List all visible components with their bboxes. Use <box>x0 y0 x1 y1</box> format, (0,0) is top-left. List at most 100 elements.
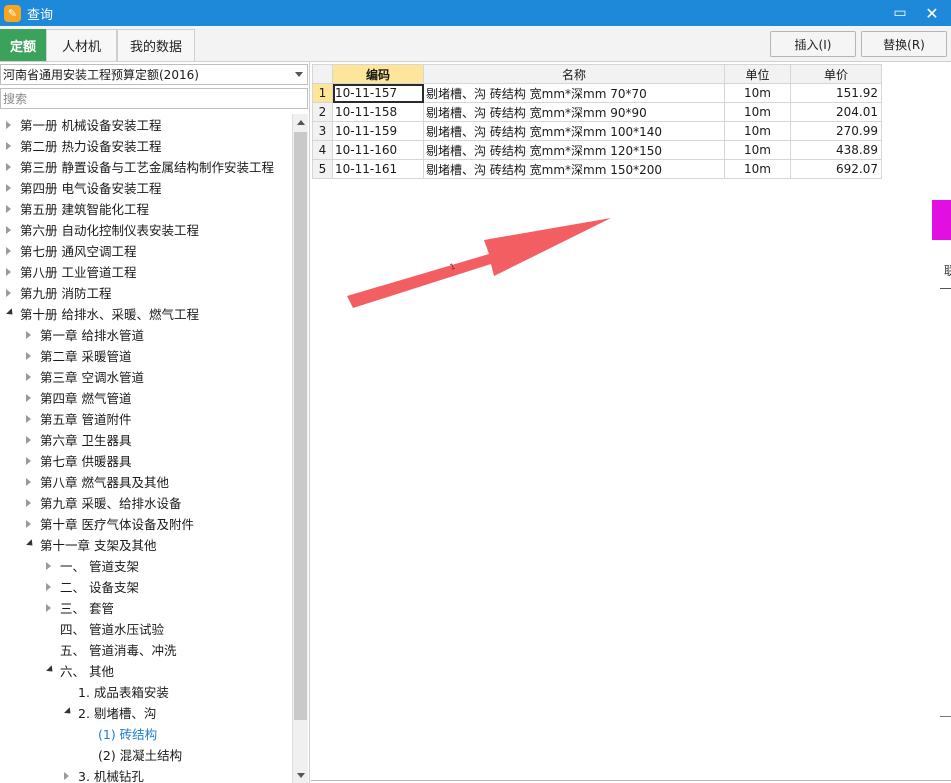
expand-arrow-icon[interactable] <box>64 771 69 780</box>
replace-button[interactable]: 替换(R) <box>861 31 947 57</box>
price-cell[interactable]: 151.92 <box>790 83 882 103</box>
tree-item[interactable]: 第五章 管道附件 <box>26 408 131 429</box>
table-row[interactable]: 4 10-11-160 剔堵槽、沟 砖结构 宽mm*深mm 120*150 10m 43… <box>312 140 882 160</box>
column-header-unit[interactable]: 单位 <box>724 64 791 84</box>
tree-item[interactable]: 第三章 空调水管道 <box>26 366 144 387</box>
name-cell[interactable]: 剔堵槽、沟 砖结构 宽mm*深mm 100*140 <box>423 121 725 141</box>
table-row[interactable]: 5 10-11-161 剔堵槽、沟 砖结构 宽mm*深mm 150*200 10m 69… <box>312 159 882 179</box>
price-cell[interactable]: 270.99 <box>790 121 882 141</box>
tree-item[interactable]: 第一册 机械设备安装工程 <box>6 114 161 135</box>
quota-library-select[interactable]: 河南省通用安装工程预算定额(2016) <box>0 64 308 85</box>
table-row[interactable]: 2 10-11-158 剔堵槽、沟 砖结构 宽mm*深mm 90*90 10m 204.… <box>312 102 882 122</box>
expand-arrow-icon[interactable] <box>46 582 51 591</box>
expand-arrow-icon[interactable] <box>6 162 11 171</box>
price-cell[interactable]: 438.89 <box>790 140 882 160</box>
expand-arrow-icon[interactable] <box>26 330 31 339</box>
unit-cell[interactable]: 10m <box>724 121 791 141</box>
tree-item[interactable]: 第七册 通风空调工程 <box>6 240 136 261</box>
expand-arrow-icon[interactable] <box>26 456 31 465</box>
tree-item[interactable]: 3. 机械钻孔 <box>64 765 144 783</box>
code-cell[interactable]: 10-11-159 <box>332 121 424 141</box>
expand-arrow-icon[interactable] <box>6 246 11 255</box>
tree-item[interactable]: 六、 其他 <box>46 660 114 681</box>
table-row[interactable]: 1 10-11-157 剔堵槽、沟 砖结构 宽mm*深mm 70*70 10m 151.… <box>312 83 882 103</box>
tree-item[interactable]: 第六册 自动化控制仪表安装工程 <box>6 219 199 240</box>
tree-item[interactable]: 第八册 工业管道工程 <box>6 261 136 282</box>
tree-item[interactable]: 第六章 卫生器具 <box>26 429 131 450</box>
tree-item[interactable]: 第七章 供暖器具 <box>26 450 131 471</box>
expand-arrow-icon[interactable] <box>26 351 31 360</box>
tree-item[interactable]: 第九册 消防工程 <box>6 282 111 303</box>
collapse-arrow-icon[interactable] <box>46 665 56 675</box>
price-cell[interactable]: 692.07 <box>790 159 882 179</box>
code-cell[interactable]: 10-11-161 <box>332 159 424 179</box>
name-cell[interactable]: 剔堵槽、沟 砖结构 宽mm*深mm 120*150 <box>423 140 725 160</box>
tree-item[interactable]: 第十章 医疗气体设备及附件 <box>26 513 194 534</box>
expand-arrow-icon[interactable] <box>26 498 31 507</box>
tree-item[interactable]: 1. 成品表箱安装 <box>64 681 169 702</box>
tree-item[interactable]: 第三册 静置设备与工艺金属结构制作安装工程 <box>6 156 274 177</box>
collapse-arrow-icon[interactable] <box>6 308 16 318</box>
code-cell[interactable]: 10-11-160 <box>332 140 424 160</box>
expand-arrow-icon[interactable] <box>26 477 31 486</box>
unit-cell[interactable]: 10m <box>724 159 791 179</box>
expand-arrow-icon[interactable] <box>26 393 31 402</box>
price-cell[interactable]: 204.01 <box>790 102 882 122</box>
scroll-down-button[interactable] <box>293 767 309 783</box>
column-header-code[interactable]: 编码 <box>332 64 424 84</box>
column-header-name[interactable]: 名称 <box>423 64 725 84</box>
tree-item[interactable]: 2. 剔堵槽、沟 <box>64 702 156 723</box>
tree-item[interactable]: 第十一章 支架及其他 <box>26 534 156 555</box>
tree-item[interactable]: 二、 设备支架 <box>46 576 139 597</box>
insert-button[interactable]: 插入(I) <box>770 31 856 57</box>
unit-cell[interactable]: 10m <box>724 83 791 103</box>
scroll-up-button[interactable] <box>293 114 309 130</box>
code-cell[interactable]: 10-11-157 <box>332 83 424 103</box>
name-cell[interactable]: 剔堵槽、沟 砖结构 宽mm*深mm 150*200 <box>423 159 725 179</box>
tree-item[interactable]: 第二章 采暖管道 <box>26 345 131 366</box>
tree-item[interactable]: 五、 管道消毒、冲洗 <box>46 639 176 660</box>
tree-item[interactable]: 第八章 燃气器具及其他 <box>26 471 169 492</box>
name-cell[interactable]: 剔堵槽、沟 砖结构 宽mm*深mm 90*90 <box>423 102 725 122</box>
unit-cell[interactable]: 10m <box>724 140 791 160</box>
tab-labor-material-machine[interactable]: 人材机 <box>46 29 117 61</box>
name-cell[interactable]: 剔堵槽、沟 砖结构 宽mm*深mm 70*70 <box>423 83 725 103</box>
tree-item[interactable]: (2) 混凝土结构 <box>84 744 182 765</box>
expand-arrow-icon[interactable] <box>6 141 11 150</box>
expand-arrow-icon[interactable] <box>26 414 31 423</box>
tree-item[interactable]: 第九章 采暖、给排水设备 <box>26 492 181 513</box>
tree-item[interactable]: 第一章 给排水管道 <box>26 324 144 345</box>
expand-arrow-icon[interactable] <box>26 435 31 444</box>
expand-arrow-icon[interactable] <box>26 372 31 381</box>
expand-arrow-icon[interactable] <box>26 519 31 528</box>
tree-item[interactable]: 一、 管道支架 <box>46 555 139 576</box>
minimize-button[interactable]: ▭ <box>885 0 915 26</box>
tab-quota[interactable]: 定额 <box>0 29 46 61</box>
tree-item[interactable]: (1) 砖结构 <box>84 723 157 744</box>
tree-item[interactable]: 第十册 给排水、采暖、燃气工程 <box>6 303 199 324</box>
expand-arrow-icon[interactable] <box>6 120 11 129</box>
expand-arrow-icon[interactable] <box>6 183 11 192</box>
expand-arrow-icon[interactable] <box>6 288 11 297</box>
expand-arrow-icon[interactable] <box>6 267 11 276</box>
tree-item[interactable]: 第四册 电气设备安装工程 <box>6 177 161 198</box>
tree-item[interactable]: 三、 套管 <box>46 597 114 618</box>
table-row[interactable]: 3 10-11-159 剔堵槽、沟 砖结构 宽mm*深mm 100*140 10m 27… <box>312 121 882 141</box>
collapse-arrow-icon[interactable] <box>26 539 36 549</box>
expand-arrow-icon[interactable] <box>6 204 11 213</box>
collapse-arrow-icon[interactable] <box>64 707 74 717</box>
expand-arrow-icon[interactable] <box>46 561 51 570</box>
tree-scrollbar[interactable] <box>292 114 308 783</box>
tree-item[interactable]: 四、 管道水压试验 <box>46 618 164 639</box>
tree-item[interactable]: 第四章 燃气管道 <box>26 387 131 408</box>
column-header-price[interactable]: 单价 <box>790 64 882 84</box>
tree-item[interactable]: 第二册 热力设备安装工程 <box>6 135 161 156</box>
unit-cell[interactable]: 10m <box>724 102 791 122</box>
tab-my-data[interactable]: 我的数据 <box>117 29 195 61</box>
search-input[interactable] <box>0 88 308 109</box>
scroll-thumb[interactable] <box>294 132 307 720</box>
expand-arrow-icon[interactable] <box>46 603 51 612</box>
code-cell[interactable]: 10-11-158 <box>332 102 424 122</box>
expand-arrow-icon[interactable] <box>6 225 11 234</box>
tree-item[interactable]: 第五册 建筑智能化工程 <box>6 198 149 219</box>
